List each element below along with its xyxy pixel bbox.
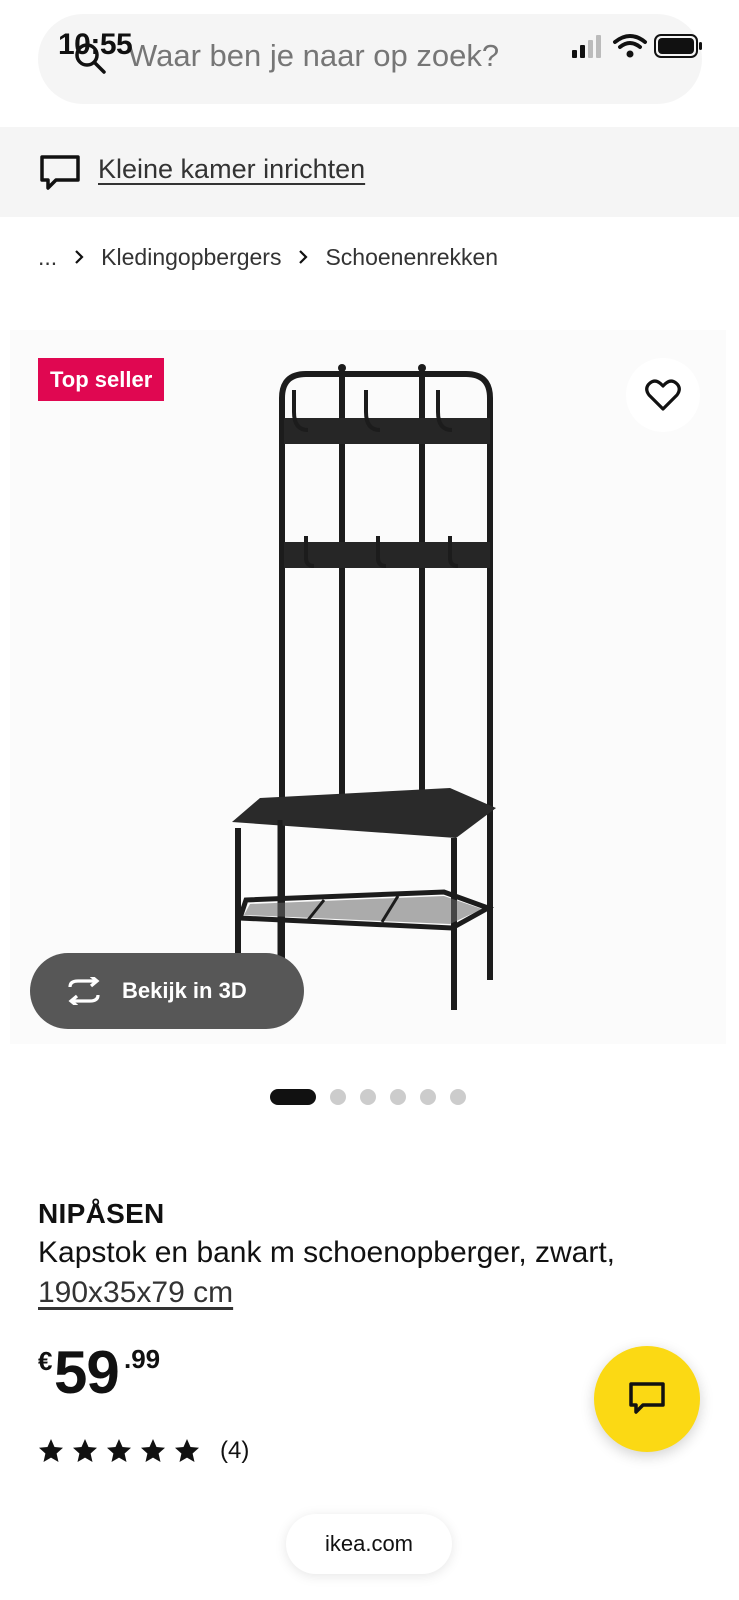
chevron-right-icon	[299, 250, 309, 264]
product-image	[232, 364, 496, 1010]
heart-icon	[645, 379, 681, 411]
status-icons	[572, 34, 702, 58]
signal-icon	[572, 35, 601, 58]
product-description: Kapstok en bank m schoenopberger, zwart,	[38, 1236, 616, 1269]
product-name: NIPÅSEN	[38, 1198, 165, 1229]
chat-bubble-icon	[40, 155, 80, 190]
star-icon	[107, 1439, 131, 1462]
carousel-dot-4[interactable]	[390, 1089, 406, 1105]
favorite-button[interactable]	[626, 358, 700, 432]
star-icon	[39, 1439, 63, 1462]
view-3d-label: Bekijk in 3D	[122, 978, 247, 1003]
breadcrumb-clothing-storage[interactable]: Kledingopbergers	[101, 244, 281, 271]
product-dimensions-link[interactable]: 190x35x79 cm	[38, 1276, 233, 1310]
carousel-dots	[270, 1089, 480, 1105]
chat-button[interactable]	[594, 1346, 700, 1452]
carousel-dot-2[interactable]	[330, 1089, 346, 1105]
chat-icon	[629, 1382, 665, 1414]
rating-count: (4)	[220, 1437, 250, 1464]
battery-icon	[654, 34, 702, 58]
carousel-dot-6[interactable]	[450, 1089, 466, 1105]
browser-url-bar[interactable]: ikea.com	[286, 1514, 452, 1574]
search-input[interactable]: Waar ben je naar op zoek?	[128, 38, 499, 74]
view-3d-button[interactable]: Bekijk in 3D	[30, 953, 304, 1029]
star-icon	[141, 1439, 165, 1462]
status-time: 10:55	[58, 28, 133, 61]
carousel-dot-3[interactable]	[360, 1089, 376, 1105]
price-currency: €	[38, 1346, 53, 1376]
product-rating[interactable]: (4)	[38, 1436, 249, 1466]
star-icon	[73, 1439, 97, 1462]
breadcrumb-shoe-racks[interactable]: Schoenenrekken	[325, 244, 498, 271]
promo-banner: Kleine kamer inrichten	[0, 127, 739, 217]
small-room-link[interactable]: Kleine kamer inrichten	[98, 154, 365, 185]
top-seller-badge: Top seller	[38, 358, 165, 401]
wifi-icon	[613, 34, 647, 58]
price-integer: 59	[54, 1339, 120, 1406]
breadcrumb-ellipsis[interactable]: ...	[38, 244, 57, 271]
browser-url: ikea.com	[324, 1531, 414, 1556]
carousel-dot-1[interactable]	[270, 1089, 316, 1105]
price-decimal: .99	[124, 1344, 161, 1374]
rotate-icon	[68, 977, 100, 1005]
chevron-right-icon	[75, 250, 84, 264]
star-icon	[175, 1439, 199, 1462]
top-bar: Waar ben je naar op zoek? 10:55	[0, 0, 739, 120]
breadcrumb: ... Kledingopbergers Schoenenrekken	[38, 240, 498, 274]
carousel-dot-5[interactable]	[420, 1089, 436, 1105]
